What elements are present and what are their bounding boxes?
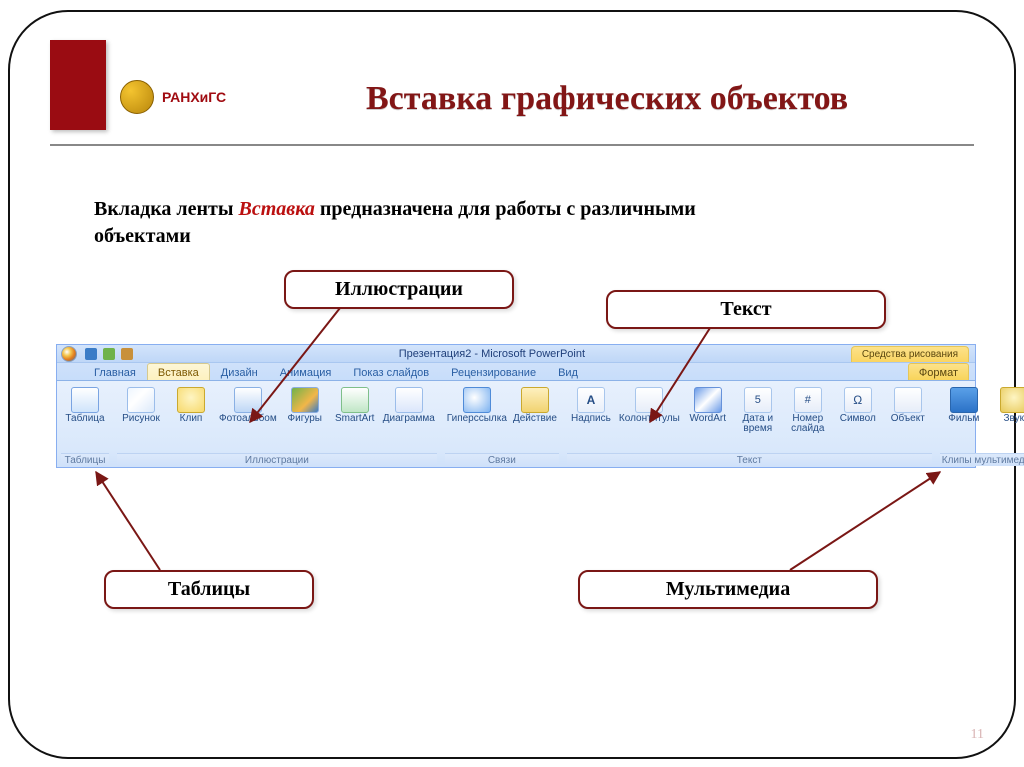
btn-slidenumber[interactable]: Номер слайда bbox=[784, 385, 832, 436]
btn-clip[interactable]: Клип bbox=[167, 385, 215, 426]
undo-icon[interactable] bbox=[103, 348, 115, 360]
header: РАНХиГС Вставка графических объектов bbox=[50, 40, 974, 130]
smartart-icon bbox=[341, 387, 369, 413]
wordart-icon bbox=[694, 387, 722, 413]
titlebar: Презентация2 - Microsoft PowerPoint Сред… bbox=[57, 345, 975, 363]
callout-illustrations: Иллюстрации bbox=[284, 270, 514, 309]
ribbon-groups: Таблица Таблицы Рисунок Клип Фотоальбом … bbox=[57, 381, 975, 467]
document-title: Презентация2 - Microsoft PowerPoint bbox=[133, 348, 851, 360]
group-label-tables: Таблицы bbox=[61, 453, 109, 466]
datetime-icon bbox=[744, 387, 772, 413]
intro-text: Вкладка ленты Вставка предназначена для … bbox=[94, 196, 774, 250]
btn-textbox[interactable]: Надпись bbox=[567, 385, 615, 436]
table-icon bbox=[71, 387, 99, 413]
logo: РАНХиГС bbox=[120, 80, 226, 114]
btn-object[interactable]: Объект bbox=[884, 385, 932, 436]
group-label-media: Клипы мультимедиа bbox=[940, 453, 1024, 466]
tab-insert[interactable]: Вставка bbox=[147, 363, 210, 380]
btn-wordart[interactable]: WordArt bbox=[684, 385, 732, 436]
sound-icon bbox=[1000, 387, 1024, 413]
group-text: Надпись Колонтитулы WordArt Дата и время… bbox=[563, 381, 936, 467]
tab-animation[interactable]: Анимация bbox=[269, 363, 343, 380]
save-icon[interactable] bbox=[85, 348, 97, 360]
chart-icon bbox=[395, 387, 423, 413]
btn-chart[interactable]: Диаграмма bbox=[381, 385, 437, 426]
divider bbox=[50, 144, 974, 146]
btn-headerfooter[interactable]: Колонтитулы bbox=[617, 385, 682, 436]
group-label-links: Связи bbox=[445, 453, 559, 466]
office-button[interactable] bbox=[57, 345, 81, 363]
tab-slideshow[interactable]: Показ слайдов bbox=[342, 363, 440, 380]
btn-photoalbum[interactable]: Фотоальбом bbox=[217, 385, 279, 426]
picture-icon bbox=[127, 387, 155, 413]
tab-design[interactable]: Дизайн bbox=[210, 363, 269, 380]
redo-icon[interactable] bbox=[121, 348, 133, 360]
btn-shapes[interactable]: Фигуры bbox=[281, 385, 329, 426]
quick-access-toolbar bbox=[81, 348, 133, 360]
group-label-text: Текст bbox=[567, 453, 932, 466]
contextual-tab-title: Средства рисования bbox=[851, 346, 969, 362]
shapes-icon bbox=[291, 387, 319, 413]
object-icon bbox=[894, 387, 922, 413]
action-icon bbox=[521, 387, 549, 413]
btn-symbol[interactable]: Символ bbox=[834, 385, 882, 436]
btn-hyperlink[interactable]: Гиперссылка bbox=[445, 385, 509, 426]
tab-review[interactable]: Рецензирование bbox=[440, 363, 547, 380]
callout-multimedia: Мультимедиа bbox=[578, 570, 878, 609]
tabs-row: Главная Вставка Дизайн Анимация Показ сл… bbox=[57, 363, 975, 381]
photoalbum-icon bbox=[234, 387, 262, 413]
tab-home[interactable]: Главная bbox=[83, 363, 147, 380]
tab-format[interactable]: Формат bbox=[908, 363, 969, 380]
callout-text: Текст bbox=[606, 290, 886, 329]
btn-action[interactable]: Действие bbox=[511, 385, 559, 426]
group-illustrations: Рисунок Клип Фотоальбом Фигуры SmartArt … bbox=[113, 381, 441, 467]
group-tables: Таблица Таблицы bbox=[57, 381, 113, 467]
btn-smartart[interactable]: SmartArt bbox=[331, 385, 379, 426]
btn-sound[interactable]: Звук bbox=[990, 385, 1024, 426]
emblem-icon bbox=[120, 80, 154, 114]
bookmark-decor bbox=[50, 40, 106, 130]
hyperlink-icon bbox=[463, 387, 491, 413]
office-orb-icon bbox=[61, 346, 77, 362]
logo-text: РАНХиГС bbox=[162, 89, 226, 105]
btn-table[interactable]: Таблица bbox=[61, 385, 109, 426]
headerfooter-icon bbox=[635, 387, 663, 413]
page-title: Вставка графических объектов bbox=[240, 80, 974, 118]
group-label-illustrations: Иллюстрации bbox=[117, 453, 437, 466]
group-media: Фильм Звук Клипы мультимедиа bbox=[936, 381, 1024, 467]
intro-emph: Вставка bbox=[238, 198, 314, 220]
page-number: 11 bbox=[971, 727, 984, 743]
group-links: Гиперссылка Действие Связи bbox=[441, 381, 563, 467]
symbol-icon bbox=[844, 387, 872, 413]
ribbon: Презентация2 - Microsoft PowerPoint Сред… bbox=[56, 344, 976, 468]
btn-movie[interactable]: Фильм bbox=[940, 385, 988, 426]
slidenumber-icon bbox=[794, 387, 822, 413]
textbox-icon bbox=[577, 387, 605, 413]
movie-icon bbox=[950, 387, 978, 413]
callout-tables: Таблицы bbox=[104, 570, 314, 609]
btn-datetime[interactable]: Дата и время bbox=[734, 385, 782, 436]
btn-picture[interactable]: Рисунок bbox=[117, 385, 165, 426]
clip-icon bbox=[177, 387, 205, 413]
tab-view[interactable]: Вид bbox=[547, 363, 589, 380]
slide-frame: РАНХиГС Вставка графических объектов Вкл… bbox=[8, 10, 1016, 759]
